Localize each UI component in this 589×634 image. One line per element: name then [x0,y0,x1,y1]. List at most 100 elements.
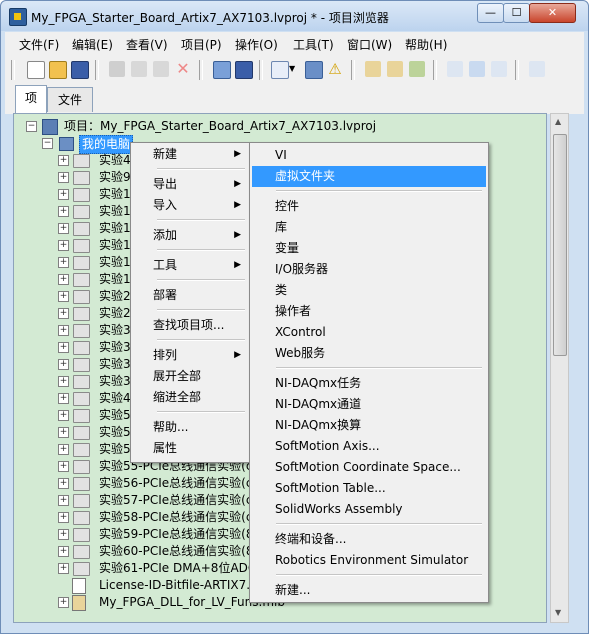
new-icon[interactable] [27,61,45,79]
view-icon[interactable] [271,61,289,79]
tab-items[interactable]: 项 [15,85,47,114]
expand-toggle-icon[interactable]: + [58,189,69,200]
expand-toggle-icon[interactable]: + [58,223,69,234]
context-menu-item[interactable]: 排列 ▶ [133,345,247,366]
new-submenu-item[interactable]: NI-DAQmx任务 [252,373,486,394]
title-bar[interactable]: My_FPGA_Starter_Board_Artix7_AX7103.lvpr… [1,1,588,31]
context-menu-item[interactable]: 添加 ▶ [133,225,247,246]
new-submenu-item[interactable]: 终端和设备... [252,529,486,550]
scroll-down-icon[interactable]: ▼ [555,608,561,617]
expand-toggle-icon[interactable]: + [58,529,69,540]
expand-toggle-icon[interactable]: + [58,478,69,489]
new-submenu-item[interactable]: I/O服务器 [252,259,486,280]
delete-icon[interactable]: ✕ [175,61,191,77]
paste-icon[interactable] [153,61,169,77]
warning-icon[interactable]: ⚠ [327,61,343,77]
expand-toggle-icon[interactable]: + [58,240,69,251]
vertical-scrollbar[interactable]: ▲ ▼ [550,113,569,623]
cut-icon[interactable] [109,61,125,77]
expand-toggle-icon[interactable]: + [58,257,69,268]
save-all-icon[interactable] [71,61,89,79]
expand-toggle-icon[interactable]: + [58,410,69,421]
context-menu-item[interactable]: 部署 [133,285,247,306]
new-submenu-item[interactable]: 控件 [252,196,486,217]
project-properties-icon[interactable] [213,61,231,79]
collapse-icon[interactable] [447,61,463,77]
new-submenu-item[interactable]: 操作者 [252,301,486,322]
collapse-toggle-icon[interactable]: − [42,138,53,149]
expand-toggle-icon[interactable]: + [58,206,69,217]
expand-toggle-icon[interactable]: + [58,393,69,404]
expand-toggle-icon[interactable]: + [58,342,69,353]
expand-toggle-icon[interactable]: + [58,512,69,523]
new-submenu-item[interactable]: NI-DAQmx换算 [252,415,486,436]
maximize-button[interactable]: ☐ [503,3,530,23]
new-submenu-item[interactable]: 库 [252,217,486,238]
new-submenu-item[interactable]: NI-DAQmx通道 [252,394,486,415]
expand-toggle-icon[interactable]: + [58,359,69,370]
expand-toggle-icon[interactable]: + [58,172,69,183]
add-item-icon[interactable] [529,61,545,77]
new-submenu-item[interactable]: XControl [252,322,486,343]
add-files-icon[interactable] [365,61,381,77]
expand-icon[interactable] [491,61,507,77]
copy-icon[interactable] [131,61,147,77]
menu-project[interactable]: 项目(P) [181,36,222,53]
context-menu-item[interactable]: 工具 ▶ [133,255,247,276]
new-submenu-item[interactable]: VI [252,145,486,166]
new-submenu-item[interactable]: SolidWorks Assembly [252,499,486,520]
dropdown-arrow-icon[interactable]: ▼ [289,61,305,77]
expand-toggle-icon[interactable]: + [58,427,69,438]
refresh-icon[interactable] [409,61,425,77]
expand-toggle-icon[interactable]: + [58,444,69,455]
bitfile-icon [72,578,86,594]
minimize-button[interactable]: — [477,3,504,23]
menu-help[interactable]: 帮助(H) [405,36,447,53]
expand-toggle-icon[interactable]: + [58,597,69,608]
build-icon[interactable] [235,61,253,79]
menu-edit[interactable]: 编辑(E) [72,36,113,53]
deploy-icon[interactable] [305,61,323,79]
new-submenu-item[interactable]: 类 [252,280,486,301]
context-menu-item[interactable]: 属性 [133,438,247,459]
add-folder-icon[interactable] [387,61,403,77]
expand-toggle-icon[interactable]: + [58,274,69,285]
new-submenu-item[interactable]: SoftMotion Axis... [252,436,486,457]
expand-toggle-icon[interactable]: + [58,376,69,387]
expand-toggle-icon[interactable]: + [58,325,69,336]
scroll-up-icon[interactable]: ▲ [555,117,561,126]
context-menu-item[interactable]: 导出 ▶ [133,174,247,195]
expand-toggle-icon[interactable]: + [58,563,69,574]
expand-toggle-icon[interactable]: + [58,291,69,302]
new-submenu-item[interactable]: Robotics Environment Simulator [252,550,486,571]
scroll-thumb[interactable] [553,134,567,356]
menu-file[interactable]: 文件(F) [19,36,59,53]
undo-icon[interactable] [469,61,485,77]
new-submenu-item[interactable]: Web服务 [252,343,486,364]
context-menu-item[interactable]: 导入 ▶ [133,195,247,216]
menu-separator [276,523,482,525]
new-submenu-item[interactable]: SoftMotion Table... [252,478,486,499]
expand-toggle-icon[interactable]: + [58,155,69,166]
menu-window[interactable]: 窗口(W) [347,36,392,53]
expand-toggle-icon[interactable]: + [58,495,69,506]
menu-view[interactable]: 查看(V) [126,36,168,53]
new-submenu-item[interactable]: 新建... [252,580,486,601]
context-menu-item[interactable]: 缩进全部 [133,387,247,408]
expand-toggle-icon[interactable]: + [58,546,69,557]
open-icon[interactable] [49,61,67,79]
menu-operate[interactable]: 操作(O) [235,36,278,53]
context-menu-item[interactable]: 展开全部 [133,366,247,387]
context-menu-item[interactable]: 帮助... [133,417,247,438]
expand-toggle-icon[interactable]: + [58,461,69,472]
expand-toggle-icon[interactable]: + [58,308,69,319]
new-submenu-item[interactable]: 虚拟文件夹 [252,166,486,187]
collapse-toggle-icon[interactable]: − [26,121,37,132]
context-menu-item[interactable]: 新建 ▶ [133,144,247,165]
close-button[interactable]: ✕ [529,3,576,23]
new-submenu-item[interactable]: 变量 [252,238,486,259]
context-menu-item[interactable]: 查找项目项... [133,315,247,336]
tab-files[interactable]: 文件 [47,87,93,112]
menu-tools[interactable]: 工具(T) [293,36,334,53]
new-submenu-item[interactable]: SoftMotion Coordinate Space... [252,457,486,478]
